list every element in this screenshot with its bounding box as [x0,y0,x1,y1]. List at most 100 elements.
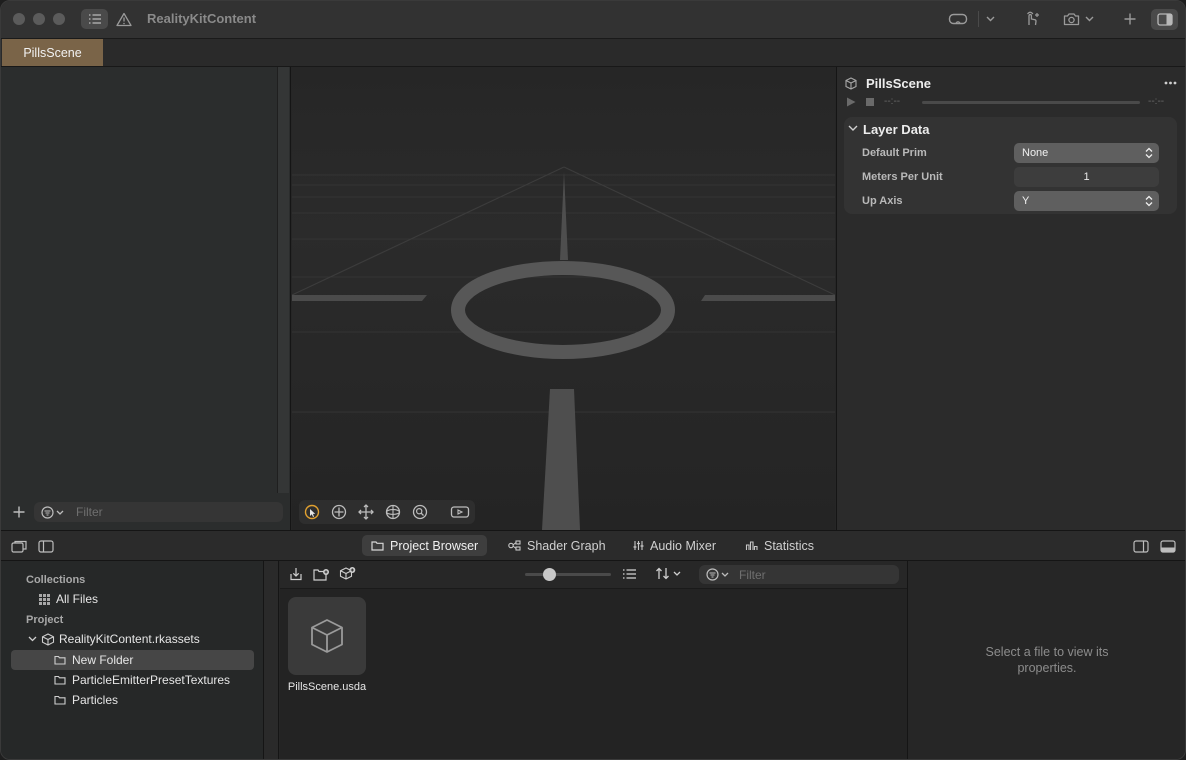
video-camera-icon [450,506,470,518]
default-prim-value: None [1022,147,1049,159]
chevron-down-icon [986,16,994,22]
chevron-down-icon [721,572,729,577]
hierarchy-filter-field[interactable]: Filter [34,502,283,522]
default-prim-popup[interactable]: None [1014,143,1159,163]
updown-chevron-icon [1145,147,1153,159]
zoom-window-button[interactable] [53,13,65,25]
import-icon [289,568,302,581]
sidebar-item-particle-textures[interactable]: ParticleEmitterPresetTextures [54,670,230,690]
meters-per-unit-field[interactable]: 1 [1014,167,1159,187]
up-axis-popup[interactable]: Y [1014,191,1159,211]
toggle-inspector-button[interactable] [1151,9,1178,30]
window-title: RealityKitContent [147,11,257,26]
particle-textures-label: ParticleEmitterPresetTextures [72,673,231,687]
rotate-tool-button[interactable] [384,503,402,521]
stop-button[interactable] [866,98,874,106]
tab-statistics[interactable]: Statistics [736,535,823,556]
sidebar-item-rkassets[interactable]: RealityKitContent.rkassets [28,629,200,649]
arrows-move-icon [358,504,374,520]
layer-data-title: Layer Data [863,122,930,137]
import-button[interactable] [287,566,304,582]
vision-pro-icon [948,13,968,25]
snapshot-button[interactable] [1061,9,1081,29]
tab-shader-graph-label: Shader Graph [527,538,606,553]
sidebar-left-icon [38,539,54,553]
toggle-sidebar-button[interactable] [37,538,55,554]
bar-chart-icon [745,541,758,550]
filter-circle-icon [706,568,719,581]
new-scene-button[interactable] [338,565,357,582]
cube-plus-icon [339,567,356,580]
toggle-properties-pane-button[interactable] [1132,538,1150,554]
toggle-navigator-button[interactable] [81,9,108,29]
chevron-down-icon [1085,16,1093,22]
sidebar-item-all-files[interactable]: All Files [39,589,98,609]
rkassets-bundle-icon [41,632,55,646]
toggle-windows-button[interactable] [10,538,28,554]
scene-cube-icon [845,77,857,90]
play-button[interactable] [846,97,856,107]
default-prim-label: Default Prim [862,147,927,159]
move-tool-button[interactable] [357,503,375,521]
device-menu-button[interactable] [983,10,997,28]
scene-hierarchy-panel [1,67,291,530]
play-icon [847,97,856,107]
camera-options-button[interactable] [446,500,474,524]
sidebar-item-new-folder[interactable]: New Folder [54,650,133,670]
hierarchy-scrollbar[interactable] [277,67,289,493]
vision-pro-preview-button[interactable] [945,10,971,28]
meters-per-unit-label: Meters Per Unit [862,171,943,183]
tab-project-browser[interactable]: Project Browser [362,535,488,556]
list-icon [622,569,636,579]
translate-tool-button[interactable] [330,503,348,521]
chevron-down-icon [673,571,681,576]
sidebar-scrollbar[interactable] [264,561,279,759]
inspector-more-button[interactable] [1161,75,1179,91]
minimize-window-button[interactable] [33,13,45,25]
document-tab-strip [1,39,1185,67]
ellipsis-icon [1164,81,1176,85]
sliders-icon [633,541,644,550]
warning-button[interactable] [115,10,133,28]
zoom-tool-button[interactable] [411,503,429,521]
toggle-bottom-panel-button[interactable] [1159,538,1177,554]
chevron-down-icon [56,510,64,515]
camera-icon [1063,13,1079,26]
browser-filter-menu-button[interactable] [699,568,735,581]
add-button[interactable] [1120,9,1140,29]
file-name-pillsscene[interactable]: PillsScene.usda [284,680,370,694]
file-thumbnail-pillsscene[interactable] [288,597,366,675]
timeline-scrubber[interactable] [922,101,1140,104]
add-behavior-button[interactable] [1021,9,1043,29]
list-view-button[interactable] [620,566,638,582]
add-entity-button[interactable] [11,504,27,520]
cursor-circle-icon [304,504,320,520]
sort-arrows-icon [656,567,669,580]
magnifier-circle-icon [412,504,428,520]
panel-bottom-icon [1160,539,1176,553]
list-icon [88,14,101,24]
close-window-button[interactable] [13,13,25,25]
chevron-down-icon [28,636,37,642]
filter-menu-button[interactable] [34,505,70,519]
tab-pillsscene[interactable]: PillsScene [2,39,103,66]
sidebar-right-icon [1133,539,1149,553]
filter-circle-icon [41,505,54,519]
tab-audio-mixer[interactable]: Audio Mixer [624,535,725,556]
viewport-canvas[interactable] [292,67,835,530]
browser-filter-field[interactable]: Filter [699,565,899,584]
plus-icon [13,506,25,518]
sort-menu-button[interactable] [652,565,684,582]
layer-data-disclosure[interactable] [848,125,858,132]
sidebar-item-particles[interactable]: Particles [54,690,118,710]
timeline-end-time: --:-- [1148,96,1165,107]
snapshot-menu-button[interactable] [1083,10,1095,28]
select-tool-button[interactable] [303,503,321,521]
thumbnail-size-slider[interactable] [525,573,611,576]
all-files-label: All Files [56,592,99,606]
scene-viewport[interactable] [292,67,835,530]
tab-project-browser-label: Project Browser [390,538,479,553]
new-folder-button[interactable] [312,566,331,582]
tab-shader-graph[interactable]: Shader Graph [499,535,615,556]
particles-label: Particles [72,693,119,707]
